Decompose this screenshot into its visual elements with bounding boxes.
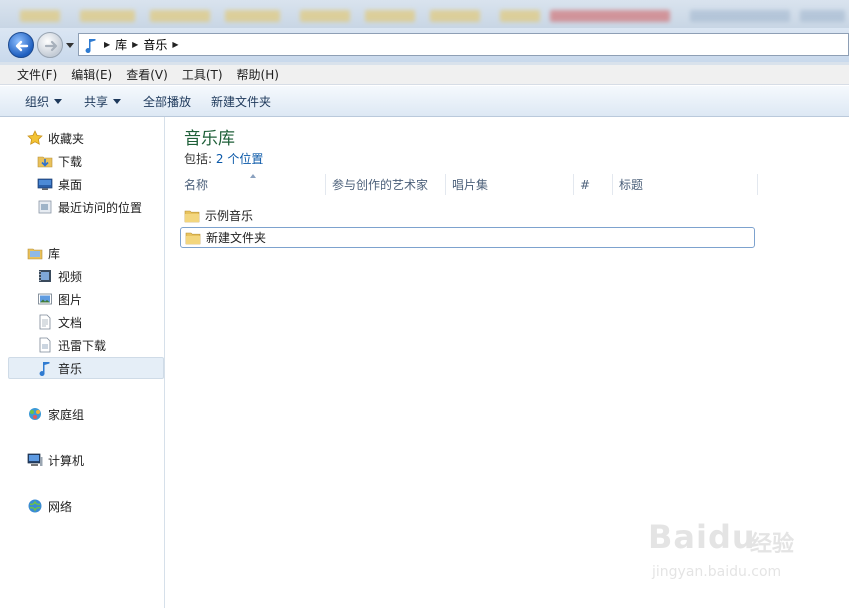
bookmark-strip xyxy=(0,0,849,30)
menu-view[interactable]: 查看(V) xyxy=(119,66,175,83)
breadcrumb-library[interactable]: 库 xyxy=(115,36,127,53)
nav-pictures[interactable]: 图片 xyxy=(0,288,164,310)
column-header-track-number[interactable]: # xyxy=(574,174,613,195)
music-note-icon xyxy=(85,38,96,53)
file-name: 示例音乐 xyxy=(205,209,254,223)
recent-places-icon xyxy=(38,200,52,214)
nav-network-label: 网络 xyxy=(48,499,73,514)
folder-icon xyxy=(184,210,200,222)
column-header-artist[interactable]: 参与创作的艺术家 xyxy=(326,174,446,195)
nav-favorites[interactable]: 收藏夹 xyxy=(0,127,164,149)
document-icon xyxy=(39,314,51,330)
menu-tools[interactable]: 工具(T) xyxy=(175,66,230,83)
nav-desktop-label: 桌面 xyxy=(58,177,83,192)
chevron-down-icon xyxy=(54,98,63,104)
share-button[interactable]: 共享 xyxy=(75,93,130,110)
nav-documents[interactable]: 文档 xyxy=(0,311,164,333)
nav-videos-label: 视频 xyxy=(58,269,83,284)
file-row[interactable]: 新建文件夹 xyxy=(180,227,755,248)
nav-computer[interactable]: 计算机 xyxy=(0,449,164,471)
nav-xunlei-downloads[interactable]: 迅雷下载 xyxy=(0,334,164,356)
watermark-brand-part2: du xyxy=(707,518,756,556)
network-icon xyxy=(28,499,42,513)
breadcrumb-music[interactable]: 音乐 xyxy=(143,36,167,53)
library-doc-icon xyxy=(39,337,51,353)
nav-libraries-label: 库 xyxy=(48,246,61,261)
nav-libraries[interactable]: 库 xyxy=(0,242,164,264)
library-icon xyxy=(27,248,43,260)
column-header-name[interactable]: 名称 xyxy=(178,174,326,195)
play-all-label: 全部播放 xyxy=(143,94,192,109)
arrow-right-icon xyxy=(44,40,58,52)
star-icon xyxy=(27,130,43,145)
nav-music-label: 音乐 xyxy=(58,361,83,376)
computer-icon xyxy=(27,453,43,466)
desktop-icon xyxy=(37,178,53,190)
navigation-pane: 收藏夹 下载 桌面 最近访问的位置 库 视频 图片 文档 迅雷下载 音乐 家庭组… xyxy=(0,117,165,608)
nav-favorites-label: 收藏夹 xyxy=(48,131,85,146)
breadcrumb-separator[interactable]: ▶ xyxy=(132,40,138,49)
address-bar[interactable]: ▶ 库 ▶ 音乐 ▶ xyxy=(78,33,849,56)
share-label: 共享 xyxy=(84,94,109,109)
nav-desktop[interactable]: 桌面 xyxy=(0,173,164,195)
watermark-cn: 经验 xyxy=(750,532,795,557)
homegroup-icon xyxy=(29,408,41,420)
menu-edit[interactable]: 编辑(E) xyxy=(64,66,119,83)
includes-label: 包括: xyxy=(184,152,213,166)
breadcrumb-separator[interactable]: ▶ xyxy=(172,40,178,49)
nav-pictures-label: 图片 xyxy=(58,292,83,307)
nav-network[interactable]: 网络 xyxy=(0,495,164,517)
library-includes: 包括: 2 个位置 xyxy=(184,150,263,167)
includes-locations-link[interactable]: 2 个位置 xyxy=(216,152,263,166)
menu-bar: 文件(F) 编辑(E) 查看(V) 工具(T) 帮助(H) xyxy=(0,65,849,85)
picture-icon xyxy=(38,293,52,305)
nav-videos[interactable]: 视频 xyxy=(0,265,164,287)
menu-file[interactable]: 文件(F) xyxy=(10,66,64,83)
nav-homegroup-label: 家庭组 xyxy=(48,407,85,422)
music-note-icon xyxy=(39,362,50,376)
library-title: 音乐库 xyxy=(184,129,235,149)
column-header-album[interactable]: 唱片集 xyxy=(446,174,574,195)
new-folder-label: 新建文件夹 xyxy=(211,94,272,109)
play-all-button[interactable]: 全部播放 xyxy=(134,93,200,110)
nav-recent-places-label: 最近访问的位置 xyxy=(58,200,143,215)
recent-pages-dropdown-icon[interactable] xyxy=(65,40,75,50)
arrow-left-icon xyxy=(15,40,29,52)
nav-documents-label: 文档 xyxy=(58,315,83,330)
file-name: 新建文件夹 xyxy=(206,231,267,245)
nav-music[interactable]: 音乐 xyxy=(8,357,164,379)
folder-icon xyxy=(185,232,201,244)
nav-downloads-label: 下载 xyxy=(58,154,83,169)
menu-help[interactable]: 帮助(H) xyxy=(230,66,286,83)
address-row: ▶ 库 ▶ 音乐 ▶ xyxy=(0,28,849,62)
column-header-row: 名称 参与创作的艺术家 唱片集 # 标题 xyxy=(178,174,848,195)
forward-button[interactable] xyxy=(37,32,63,58)
nav-xunlei-downloads-label: 迅雷下载 xyxy=(58,338,107,353)
command-bar: 组织 共享 全部播放 新建文件夹 xyxy=(0,86,849,117)
baidu-watermark: Baidu 经验 jingyan.baidu.com xyxy=(640,510,830,590)
downloads-folder-icon xyxy=(37,156,53,168)
watermark-brand: Baidu xyxy=(648,518,756,556)
watermark-url: jingyan.baidu.com xyxy=(652,564,782,580)
column-header-title[interactable]: 标题 xyxy=(613,174,758,195)
video-icon xyxy=(39,270,51,282)
watermark-brand-part1: Bai xyxy=(648,518,708,556)
chevron-down-icon xyxy=(113,98,122,104)
file-row[interactable]: 示例音乐 xyxy=(180,205,755,226)
nav-recent-places[interactable]: 最近访问的位置 xyxy=(0,196,164,218)
new-folder-button[interactable]: 新建文件夹 xyxy=(202,93,280,110)
organize-button[interactable]: 组织 xyxy=(16,93,71,110)
breadcrumb-separator[interactable]: ▶ xyxy=(104,40,110,49)
nav-downloads[interactable]: 下载 xyxy=(0,150,164,172)
back-button[interactable] xyxy=(8,32,34,58)
nav-homegroup[interactable]: 家庭组 xyxy=(0,403,164,425)
organize-label: 组织 xyxy=(25,94,50,109)
nav-computer-label: 计算机 xyxy=(48,453,85,468)
